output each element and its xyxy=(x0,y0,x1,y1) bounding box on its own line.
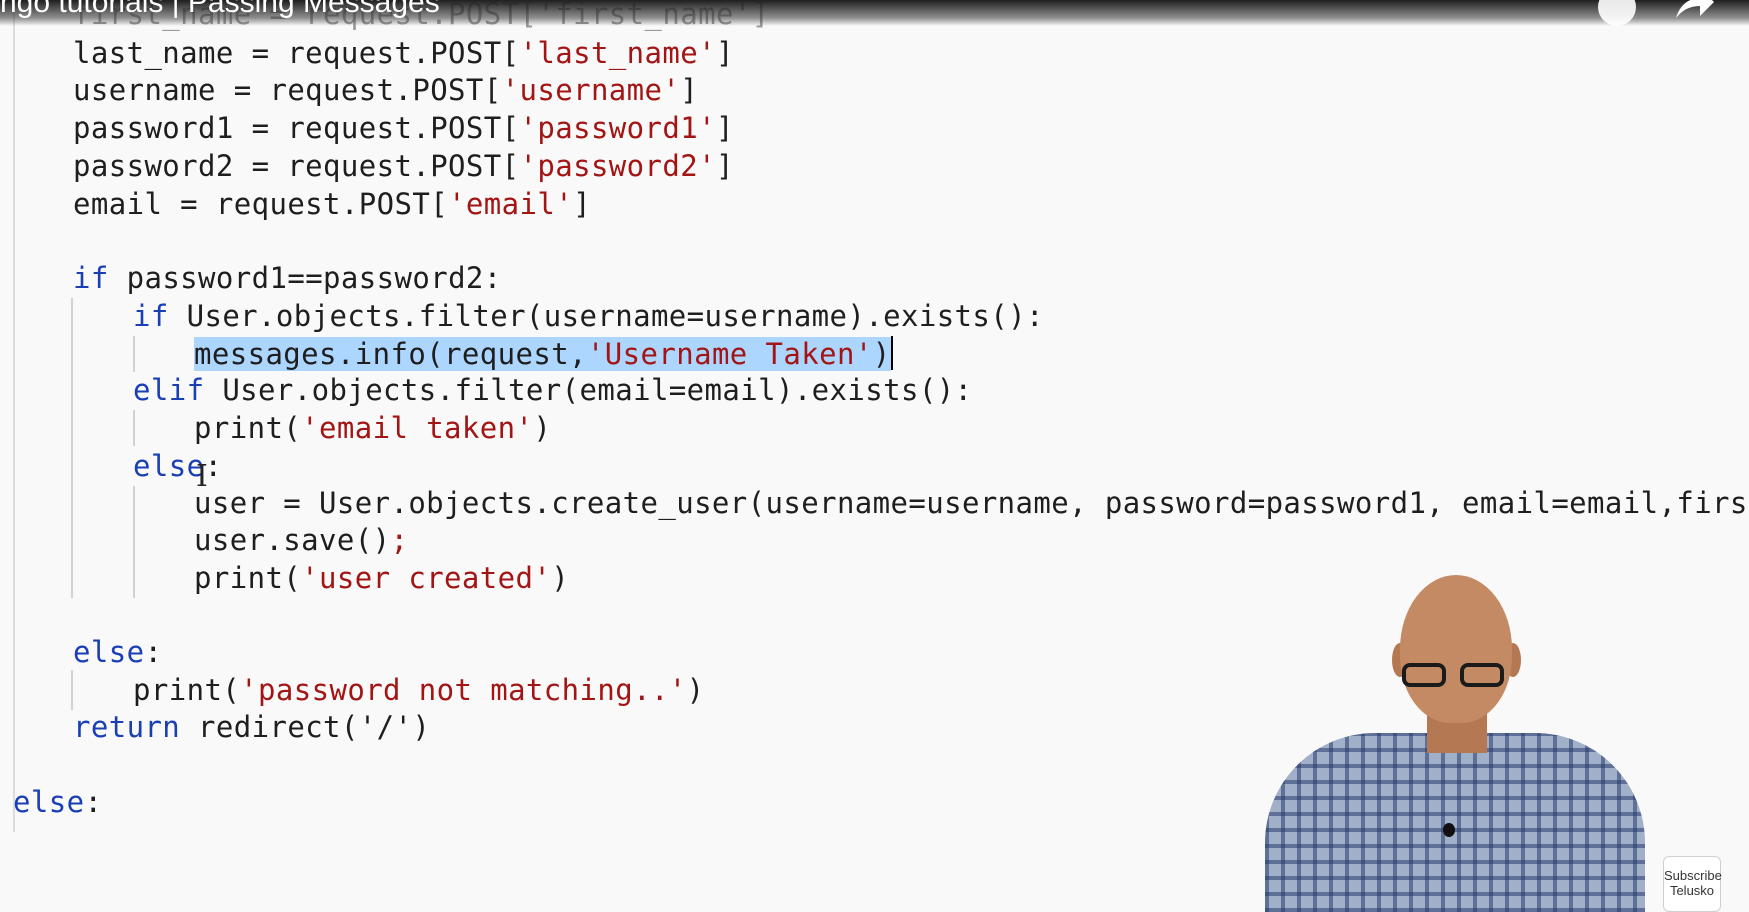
code-text: ; xyxy=(390,523,409,557)
code-line: password1 = request.POST['password1'] xyxy=(73,108,734,148)
code-text: : xyxy=(144,635,163,669)
presenter-video xyxy=(1265,575,1645,912)
code-text: password2 = request.POST[ xyxy=(73,149,520,183)
share-arrow-icon[interactable] xyxy=(1672,0,1716,22)
keyword: if xyxy=(133,299,169,333)
channel-label: Telusko xyxy=(1669,883,1715,898)
code-text: ] xyxy=(715,36,734,70)
code-text: ) xyxy=(686,673,705,707)
code-text: print( xyxy=(194,411,302,445)
keyword: else xyxy=(73,635,145,669)
code-text: last_name = request.POST[ xyxy=(73,36,520,70)
keyword: elif xyxy=(133,373,205,407)
code-text: ] xyxy=(715,111,734,145)
keyword: if xyxy=(73,261,109,295)
code-line: elif User.objects.filter(email=email).ex… xyxy=(133,370,972,410)
keyword: else xyxy=(133,449,205,483)
presenter-head xyxy=(1400,575,1512,723)
code-text: print( xyxy=(194,561,302,595)
string-literal: 'Username Taken' xyxy=(586,337,873,371)
string-literal: 'email' xyxy=(448,187,574,221)
code-text: User.objects.filter(email=email).exists(… xyxy=(204,373,973,407)
text-caret xyxy=(890,336,893,370)
indent-guide xyxy=(71,298,73,598)
code-text: ) xyxy=(872,337,891,371)
code-line: email = request.POST['email'] xyxy=(73,184,591,224)
glasses-icon xyxy=(1402,663,1508,689)
string-literal: 'username' xyxy=(501,73,681,107)
keyword: return xyxy=(73,710,181,744)
video-title-bar: ngo tutorials | Passing Messages xyxy=(0,0,1749,26)
code-text: messages.info(request, xyxy=(194,337,587,371)
code-text: password1 = request.POST[ xyxy=(73,111,520,145)
code-line-selected: messages.info(request,'Username Taken') xyxy=(194,334,893,374)
code-line: print('password not matching..') xyxy=(133,670,705,710)
subscribe-label: Subscribe xyxy=(1664,868,1722,883)
code-text: password1==password2: xyxy=(108,261,502,295)
code-line: else: xyxy=(73,632,162,672)
video-title: ngo tutorials | Passing Messages xyxy=(0,0,440,19)
indent-guide xyxy=(133,336,135,372)
code-text: ] xyxy=(715,149,734,183)
code-line: last_name = request.POST['last_name'] xyxy=(73,33,734,73)
code-text: ) xyxy=(533,411,552,445)
code-text: ] xyxy=(573,187,591,221)
code-line: print('user created') xyxy=(194,558,569,598)
code-line: user.save(); xyxy=(194,520,408,560)
code-line: print('email taken') xyxy=(194,408,551,448)
code-line: user = User.objects.create_user(username… xyxy=(194,486,1749,520)
circle-button-icon[interactable] xyxy=(1598,0,1636,26)
string-literal: 'password not matching..' xyxy=(240,673,687,707)
code-line: username = request.POST['username'] xyxy=(73,70,698,110)
string-literal: 'password1' xyxy=(519,111,716,145)
code-text: print( xyxy=(133,673,241,707)
string-literal: 'email taken' xyxy=(301,411,534,445)
code-text: ] xyxy=(680,73,699,107)
indent-guide xyxy=(71,670,73,710)
string-literal: 'last_name' xyxy=(519,36,716,70)
string-literal: 'password2' xyxy=(519,149,716,183)
code-text: user.save() xyxy=(194,523,391,557)
code-text: ) xyxy=(551,561,570,595)
code-line: else: xyxy=(133,446,222,486)
indent-guide xyxy=(133,486,135,598)
keyword: else xyxy=(13,785,85,819)
presenter-shirt xyxy=(1265,733,1645,912)
code-text: email = request.POST[ xyxy=(73,187,449,221)
outer-indent-guide xyxy=(13,0,15,832)
code-text: username = request.POST[ xyxy=(73,73,502,107)
code-line: if password1==password2: xyxy=(73,258,502,298)
code-line: password2 = request.POST['password2'] xyxy=(73,146,734,186)
code-line: return redirect('/') xyxy=(73,707,430,747)
indent-guide xyxy=(133,410,135,446)
subscribe-watermark[interactable]: Subscribe Telusko xyxy=(1663,856,1722,912)
code-text: redirect('/') xyxy=(180,710,431,744)
code-line: else: xyxy=(13,782,102,822)
code-line: if User.objects.filter(username=username… xyxy=(133,296,1044,336)
string-literal: 'user created' xyxy=(301,561,552,595)
text-cursor-icon: I xyxy=(196,459,208,494)
code-text: : xyxy=(84,785,103,819)
code-text: User.objects.filter(username=username).e… xyxy=(168,299,1044,333)
microphone-icon xyxy=(1443,823,1455,837)
